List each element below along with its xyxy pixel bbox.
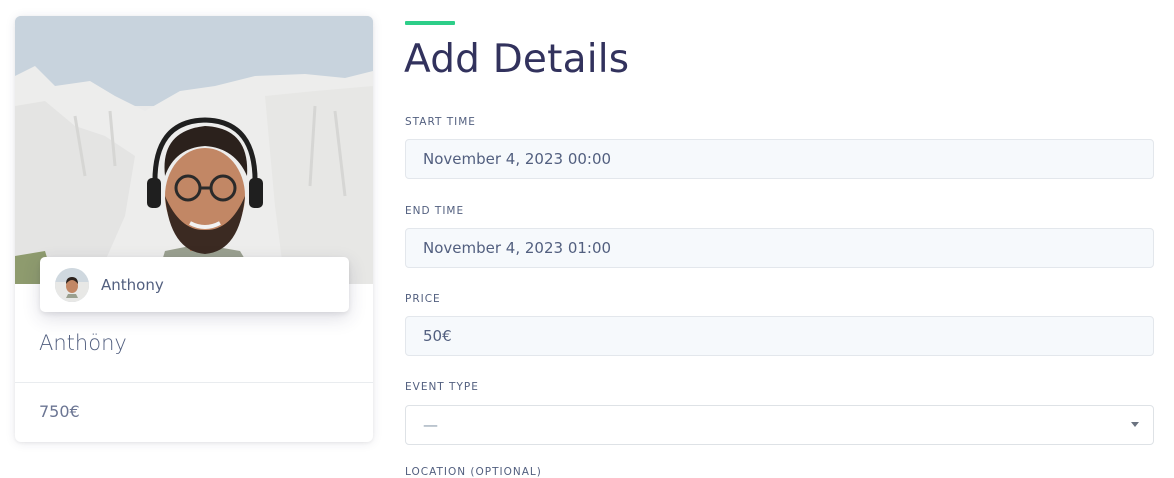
event-type-value: — <box>423 416 438 434</box>
event-type-label: EVENT TYPE <box>405 381 479 393</box>
end-time-value: November 4, 2023 01:00 <box>423 239 612 257</box>
end-time-input[interactable]: November 4, 2023 01:00 <box>405 228 1154 268</box>
start-time-input[interactable]: November 4, 2023 00:00 <box>405 139 1154 179</box>
chip-name: Anthony <box>101 275 164 294</box>
profile-photo <box>15 16 373 284</box>
page-title: Add Details <box>404 37 630 82</box>
caret-down-icon <box>1131 422 1139 427</box>
profile-card[interactable]: Anthony Anthöny 750€ <box>15 16 373 442</box>
price-label: PRICE <box>405 293 441 305</box>
event-type-select[interactable]: — <box>405 405 1154 445</box>
card-title: Anthöny <box>39 331 127 355</box>
card-divider <box>15 382 373 383</box>
avatar <box>55 267 89 302</box>
start-time-value: November 4, 2023 00:00 <box>423 150 612 168</box>
end-time-label: END TIME <box>405 205 465 217</box>
profile-chip[interactable]: Anthony <box>40 257 349 312</box>
title-accent-bar <box>405 21 455 25</box>
price-value: 50€ <box>423 327 452 345</box>
start-time-label: START TIME <box>405 116 476 128</box>
location-label: LOCATION (OPTIONAL) <box>405 466 542 478</box>
price-input[interactable]: 50€ <box>405 316 1154 356</box>
card-price: 750€ <box>39 402 80 421</box>
